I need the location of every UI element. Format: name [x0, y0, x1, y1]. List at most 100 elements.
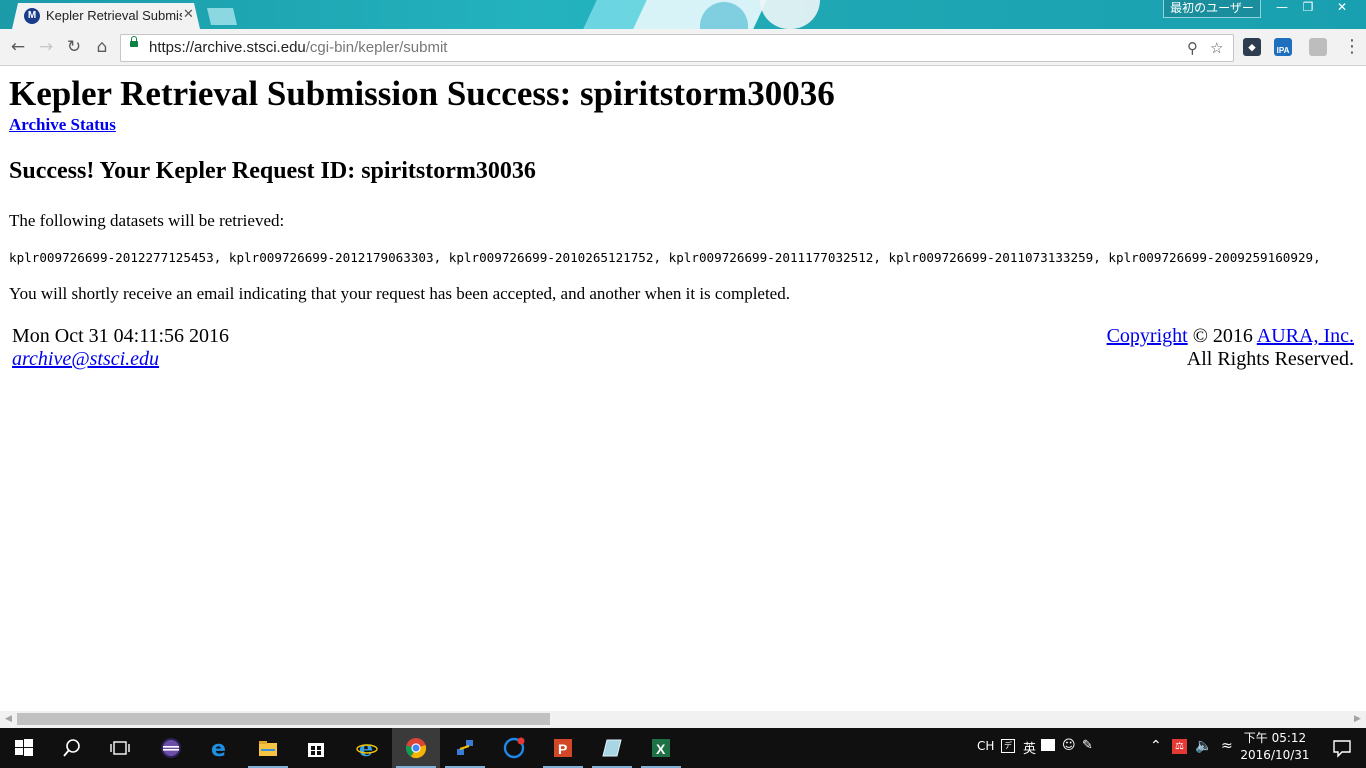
task-view-button[interactable]	[96, 728, 144, 768]
lock-icon	[130, 36, 138, 47]
home-button[interactable]: ⌂	[92, 37, 112, 57]
taskbar-app-browser-c[interactable]	[490, 728, 538, 768]
reload-button[interactable]: ↻	[64, 37, 84, 57]
site-favicon-icon: M	[24, 8, 40, 24]
menu-icon[interactable]: ⋮	[1342, 37, 1362, 57]
excel-icon: X	[652, 739, 670, 757]
start-button[interactable]	[0, 728, 48, 768]
footer-left: Mon Oct 31 04:11:56 2016 archive@stsci.e…	[12, 325, 229, 371]
scrollbar-thumb[interactable]	[17, 713, 550, 725]
svg-text:X: X	[656, 741, 666, 757]
reload-icon: ↻	[66, 37, 82, 57]
taskbar-app-store[interactable]	[292, 728, 340, 768]
datasets-intro: The following datasets will be retrieved…	[9, 211, 285, 230]
svg-text:e: e	[359, 737, 373, 759]
file-explorer-icon	[259, 741, 277, 756]
ime-mode-icon[interactable]: デ	[1001, 739, 1015, 753]
volume-icon[interactable]: 🔈	[1195, 738, 1212, 754]
eclipse-icon	[161, 738, 181, 758]
profile-button[interactable]: 最初のユーザー	[1163, 0, 1261, 18]
ime-pad-icon[interactable]: ✎	[1082, 738, 1093, 753]
chrome-icon	[405, 738, 427, 759]
taskbar-app-internet-explorer[interactable]: e	[343, 728, 391, 768]
close-window-icon[interactable]: ✕	[1326, 0, 1358, 17]
rights-text: All Rights Reserved.	[1186, 348, 1354, 370]
arrow-right-icon: →	[38, 37, 54, 57]
browser-title-bar: M Kepler Retrieval Submis ✕ 最初のユーザー — ❐ …	[0, 0, 1366, 29]
edge-icon: e	[211, 737, 226, 759]
scroll-right-icon[interactable]: ▶	[1354, 714, 1361, 724]
copyright-link[interactable]: Copyright	[1107, 325, 1188, 347]
acrobat-tray-icon[interactable]: ⚖	[1172, 739, 1187, 754]
new-tab-button[interactable]	[207, 8, 237, 25]
svg-text:e: e	[211, 737, 226, 759]
ime-emoji-icon[interactable]: ☺	[1062, 738, 1076, 753]
horizontal-scrollbar[interactable]: ◀ ▶	[0, 711, 1366, 728]
extension-puzzle-icon[interactable]	[1309, 38, 1327, 56]
footer-right: Copyright © 2016 AURA, Inc. All Rights R…	[1107, 325, 1354, 371]
page-title: Kepler Retrieval Submission Success: spi…	[9, 74, 835, 113]
clock-time: 下午 05:12	[1243, 731, 1307, 745]
minimize-icon[interactable]: —	[1268, 0, 1296, 17]
browser-c-icon	[503, 737, 525, 759]
dataset-list: kplr009726699-2012277125453, kplr0097266…	[9, 250, 1321, 265]
url-text[interactable]: https://archive.stsci.edu/cgi-bin/kepler…	[149, 39, 447, 56]
wifi-icon[interactable]: ≈	[1221, 738, 1233, 754]
ime-language[interactable]: 英	[1023, 738, 1036, 757]
taskbar-app-powerpoint[interactable]: P	[539, 728, 587, 768]
store-icon	[308, 743, 324, 757]
network-app-icon	[457, 740, 473, 755]
taskbar-app-file-explorer[interactable]	[244, 728, 292, 768]
contact-email-link[interactable]: archive@stsci.edu	[12, 348, 159, 370]
browser-toolbar: ← → ↻ ⌂ https://archive.stsci.edu/cgi-bi…	[0, 29, 1366, 66]
address-bar[interactable]: https://archive.stsci.edu/cgi-bin/kepler…	[120, 34, 1234, 62]
windows-taskbar: e e P X CH デ 英 ☺ ✎ ⌃ ⚖ 🔈 ≈ 下午 05:12 2016…	[0, 728, 1366, 768]
task-view-icon	[110, 741, 130, 755]
footer-timestamp: Mon Oct 31 04:11:56 2016	[12, 325, 230, 347]
aura-link[interactable]: AURA, Inc.	[1257, 325, 1354, 347]
start-icon	[15, 739, 33, 756]
clock-date: 2016/10/31	[1240, 748, 1310, 762]
tab-title: Kepler Retrieval Submis	[46, 8, 182, 23]
action-center-button[interactable]	[1318, 728, 1366, 768]
taskbar-app-edge[interactable]: e	[196, 728, 244, 768]
input-language[interactable]: CH	[977, 739, 994, 753]
page-content: Kepler Retrieval Submission Success: spi…	[0, 66, 1366, 711]
arrow-left-icon: ←	[10, 37, 26, 57]
svg-text:P: P	[558, 741, 567, 757]
taskbar-app-network[interactable]	[441, 728, 489, 768]
forward-button[interactable]: →	[36, 37, 56, 57]
zoom-icon[interactable]: ⚲	[1187, 39, 1198, 57]
ime-fullwidth-icon[interactable]	[1041, 739, 1055, 751]
back-button[interactable]: ←	[8, 37, 28, 57]
show-hidden-icons-icon[interactable]: ⌃	[1150, 738, 1162, 754]
extension-ipa-icon[interactable]: IPA	[1274, 38, 1292, 56]
powerpoint-icon: P	[554, 739, 572, 757]
notification-icon	[1333, 740, 1351, 758]
extension-ipa-label: IPA	[1276, 46, 1290, 55]
email-notice: You will shortly receive an email indica…	[9, 284, 790, 303]
copyright-year: © 2016	[1187, 325, 1257, 347]
system-clock[interactable]: 下午 05:12 2016/10/31	[1240, 730, 1310, 764]
taskbar-app-chrome[interactable]	[392, 728, 440, 768]
tab-close-icon[interactable]: ✕	[183, 7, 194, 22]
notes-icon	[602, 739, 622, 757]
taskbar-app-excel[interactable]: X	[637, 728, 685, 768]
star-icon[interactable]: ☆	[1210, 39, 1223, 57]
search-icon	[63, 739, 80, 757]
scroll-left-icon[interactable]: ◀	[5, 714, 12, 724]
url-scheme: https://	[149, 39, 195, 56]
taskbar-app-notes[interactable]	[588, 728, 636, 768]
browser-tab[interactable]: M Kepler Retrieval Submis ✕	[12, 3, 200, 29]
extension-shield-icon[interactable]: ◆	[1243, 38, 1261, 56]
taskbar-app-eclipse[interactable]	[147, 728, 195, 768]
url-host: archive.stsci.edu	[194, 39, 306, 56]
success-heading: Success! Your Kepler Request ID: spirits…	[9, 158, 536, 184]
internet-explorer-icon: e	[356, 737, 378, 759]
archive-status-link[interactable]: Archive Status	[9, 115, 116, 135]
theme-decoration	[760, 0, 820, 29]
restore-icon[interactable]: ❐	[1294, 0, 1322, 17]
home-icon: ⌂	[96, 37, 108, 57]
url-path: /cgi-bin/kepler/submit	[305, 39, 448, 56]
search-button[interactable]	[48, 728, 96, 768]
